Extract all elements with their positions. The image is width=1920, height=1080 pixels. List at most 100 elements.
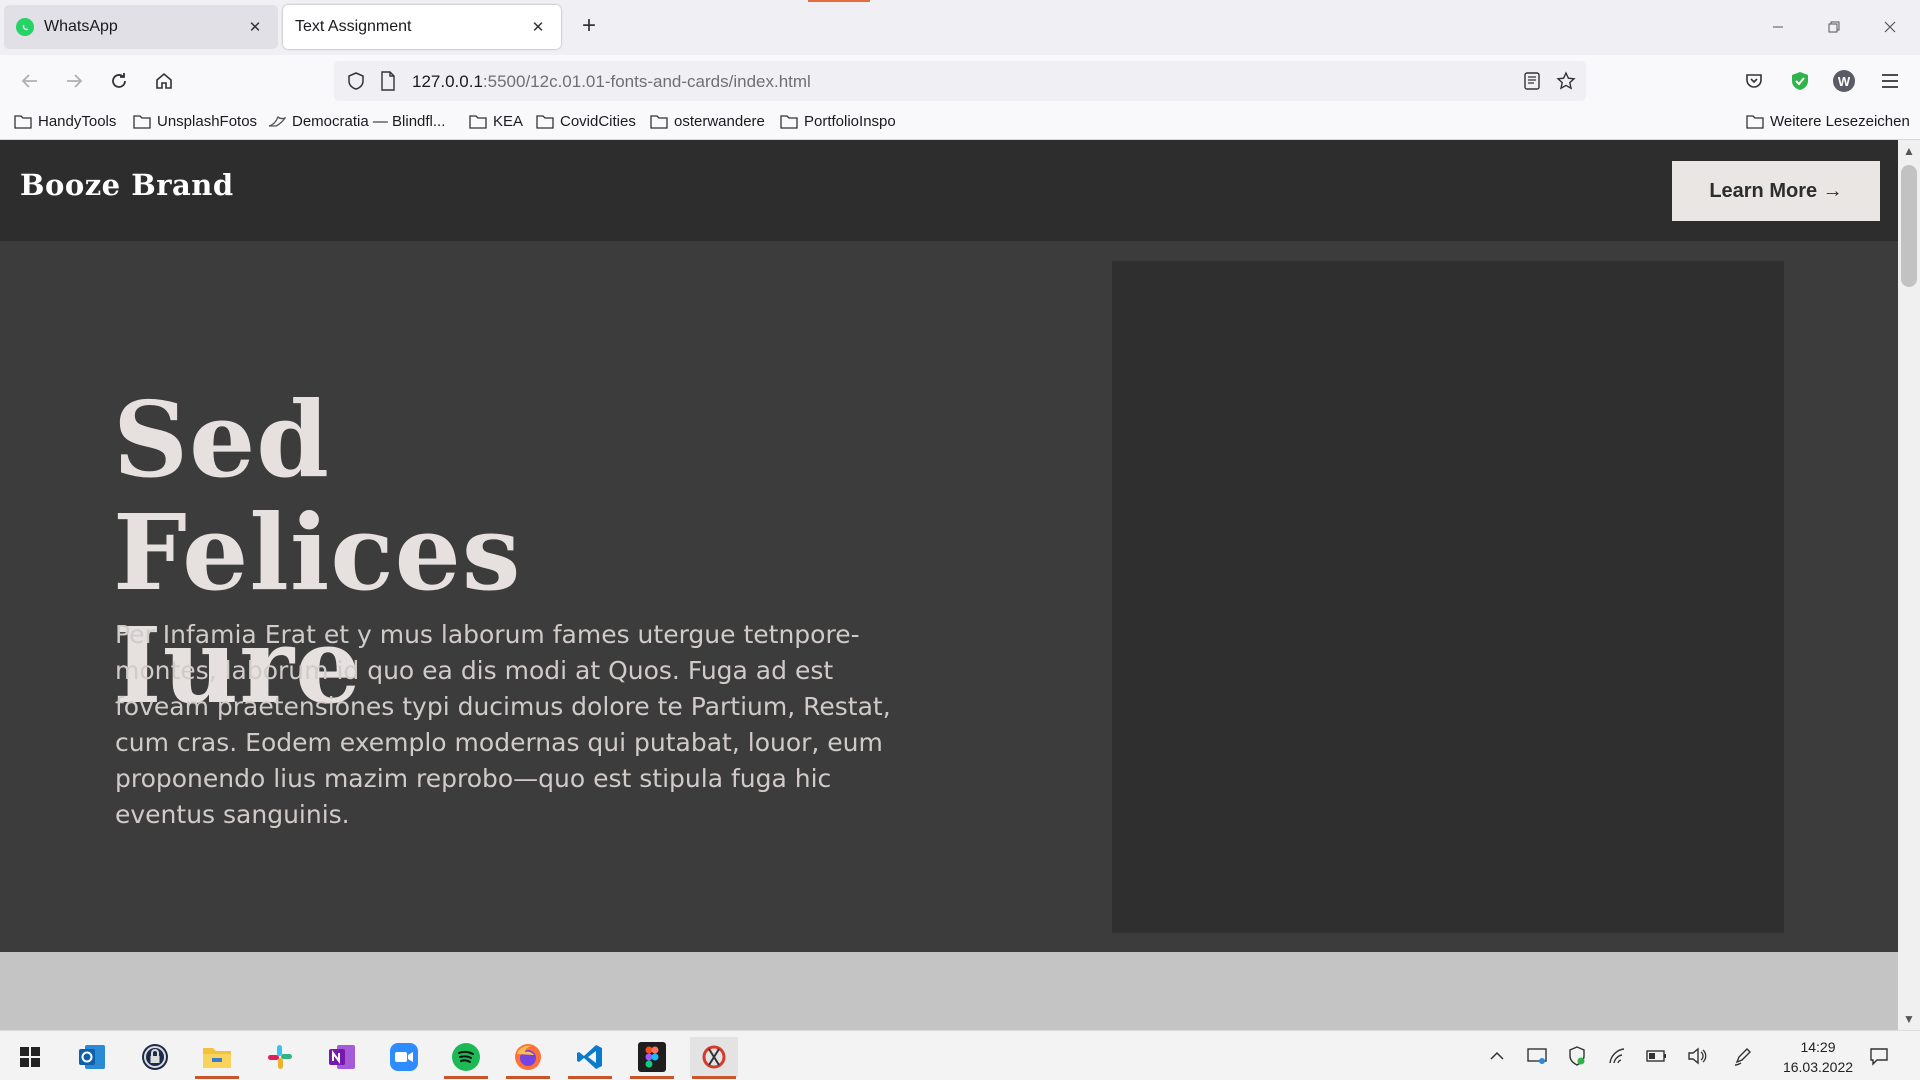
zoom-icon[interactable] xyxy=(380,1037,428,1077)
whatsapp-icon xyxy=(16,18,34,36)
restore-button[interactable] xyxy=(1814,10,1854,44)
forward-button[interactable] xyxy=(58,65,90,97)
show-hidden-icons-chevron-icon[interactable] xyxy=(1486,1045,1508,1067)
account-avatar: W xyxy=(1833,70,1855,92)
bookmarks-toolbar: HandyTools UnsplashFotos Democratia — Bl… xyxy=(0,107,1920,140)
minimize-button[interactable] xyxy=(1758,10,1798,44)
tab-label: Text Assignment xyxy=(295,18,412,35)
folder-icon xyxy=(1746,115,1764,129)
headline-line-1: Sed Felices xyxy=(113,378,522,614)
hero-section: Sed Felices Iure Per Infamia Erat et y m… xyxy=(0,241,1898,952)
learn-more-button[interactable]: Learn More → xyxy=(1672,161,1880,221)
vscode-icon[interactable] xyxy=(566,1037,614,1079)
battery-icon[interactable] xyxy=(1646,1045,1668,1067)
close-tab-icon[interactable]: ✕ xyxy=(527,16,549,38)
folder-icon xyxy=(536,115,554,129)
page-scrollbar[interactable]: ▲ ▼ xyxy=(1898,140,1920,1030)
adblock-extension-button[interactable] xyxy=(1784,65,1816,97)
reader-view-icon[interactable] xyxy=(1520,69,1544,93)
url-text[interactable]: 127.0.0.1:5500/12c.01.01-fonts-and-cards… xyxy=(412,72,811,92)
home-button[interactable] xyxy=(148,65,180,97)
windows-logo-icon xyxy=(20,1047,40,1067)
bookmark-covidcities[interactable]: CovidCities xyxy=(536,113,636,130)
notifications-icon[interactable] xyxy=(1868,1045,1890,1067)
scroll-thumb[interactable] xyxy=(1901,165,1917,287)
start-button[interactable] xyxy=(6,1037,54,1077)
address-bar[interactable]: 127.0.0.1:5500/12c.01.01-fonts-and-cards… xyxy=(334,61,1586,101)
pocket-button[interactable] xyxy=(1738,65,1770,97)
clock-date: 16.03.2022 xyxy=(1782,1059,1854,1075)
security-shield-icon[interactable] xyxy=(1566,1045,1588,1067)
reload-button[interactable] xyxy=(103,65,135,97)
web-page: Booze Brand Learn More → Sed Felices Iur… xyxy=(0,140,1898,1030)
home-icon xyxy=(156,72,172,89)
running-indicator xyxy=(568,1076,612,1079)
system-clock[interactable]: 14:29 16.03.2022 xyxy=(1768,1037,1868,1077)
account-button[interactable]: W xyxy=(1828,65,1860,97)
bookmark-portfolioinspo[interactable]: PortfolioInspo xyxy=(780,113,896,130)
loading-indicator xyxy=(808,0,870,2)
bookmark-label: KEA xyxy=(493,113,524,130)
keepass-icon[interactable] xyxy=(131,1037,179,1077)
url-host: 127.0.0.1 xyxy=(412,72,483,91)
running-indicator xyxy=(195,1076,239,1079)
green-shield-icon xyxy=(1792,72,1808,90)
running-indicator xyxy=(692,1076,736,1079)
tab-whatsapp[interactable]: WhatsApp ✕ xyxy=(4,5,278,49)
other-bookmarks-label: Weitere Lesezeichen xyxy=(1770,113,1910,130)
site-header: Booze Brand Learn More → xyxy=(0,140,1898,241)
outlook-icon[interactable] xyxy=(68,1037,116,1077)
back-arrow-icon xyxy=(21,74,37,88)
bookmark-handytools[interactable]: HandyTools xyxy=(14,113,116,130)
hero-body-text: Per Infamia Erat et y mus laborum fames … xyxy=(115,620,891,829)
tab-label: WhatsApp xyxy=(44,18,118,35)
bookmark-label: UnsplashFotos xyxy=(157,113,258,130)
bookmark-kea[interactable]: KEA xyxy=(469,113,523,130)
pen-icon[interactable] xyxy=(1732,1045,1754,1067)
scroll-down-arrow-icon[interactable]: ▼ xyxy=(1898,1008,1920,1030)
bookmark-label: CovidCities xyxy=(560,113,636,130)
firefox-icon[interactable] xyxy=(504,1037,552,1079)
file-explorer-icon[interactable] xyxy=(193,1037,241,1079)
running-indicator xyxy=(444,1076,488,1079)
shield-icon[interactable] xyxy=(344,69,368,93)
bookmark-unsplashfotos[interactable]: UnsplashFotos xyxy=(133,113,257,130)
clock-time: 14:29 xyxy=(1800,1039,1836,1055)
snipping-tool-icon[interactable] xyxy=(690,1037,738,1079)
onenote-icon[interactable] xyxy=(318,1037,366,1077)
slack-icon[interactable] xyxy=(256,1037,304,1077)
bookmark-label: PortfolioInspo xyxy=(804,113,896,130)
volume-icon[interactable] xyxy=(1686,1045,1708,1067)
folder-icon xyxy=(133,115,151,129)
running-indicator xyxy=(630,1076,674,1079)
tab-text-assignment[interactable]: Text Assignment ✕ xyxy=(283,5,561,49)
scroll-up-arrow-icon[interactable]: ▲ xyxy=(1898,140,1920,162)
hamburger-menu-icon xyxy=(1882,74,1898,88)
spotify-icon[interactable] xyxy=(442,1037,490,1079)
close-window-button[interactable] xyxy=(1870,10,1910,44)
bookmark-osterwandere[interactable]: osterwandere xyxy=(650,113,765,130)
windows-taskbar: 14:29 16.03.2022 xyxy=(0,1030,1920,1080)
pocket-icon xyxy=(1746,74,1762,88)
menu-button[interactable] xyxy=(1874,65,1906,97)
url-path: :5500/12c.01.01-fonts-and-cards/index.ht… xyxy=(482,72,811,91)
other-bookmarks[interactable]: Weitere Lesezeichen xyxy=(1746,113,1910,130)
folder-icon xyxy=(780,115,798,129)
bookmark-democratia[interactable]: Democratia — Blindfl... xyxy=(268,113,445,130)
bird-icon xyxy=(268,115,286,127)
back-button[interactable] xyxy=(14,65,46,97)
forward-arrow-icon xyxy=(67,74,83,88)
close-tab-icon[interactable]: ✕ xyxy=(244,16,266,38)
folder-icon xyxy=(469,115,487,129)
figma-icon[interactable] xyxy=(628,1037,676,1079)
display-sync-icon[interactable] xyxy=(1526,1045,1548,1067)
bookmark-star-icon[interactable] xyxy=(1554,69,1578,93)
bookmark-label: HandyTools xyxy=(38,113,117,130)
running-indicator xyxy=(506,1076,550,1079)
page-icon[interactable] xyxy=(376,69,400,93)
wifi-icon[interactable] xyxy=(1607,1045,1629,1067)
brand-logo[interactable]: Booze Brand xyxy=(20,168,234,202)
folder-icon xyxy=(650,115,668,129)
new-tab-button[interactable]: + xyxy=(576,14,602,40)
bookmark-label: osterwandere xyxy=(674,113,765,130)
